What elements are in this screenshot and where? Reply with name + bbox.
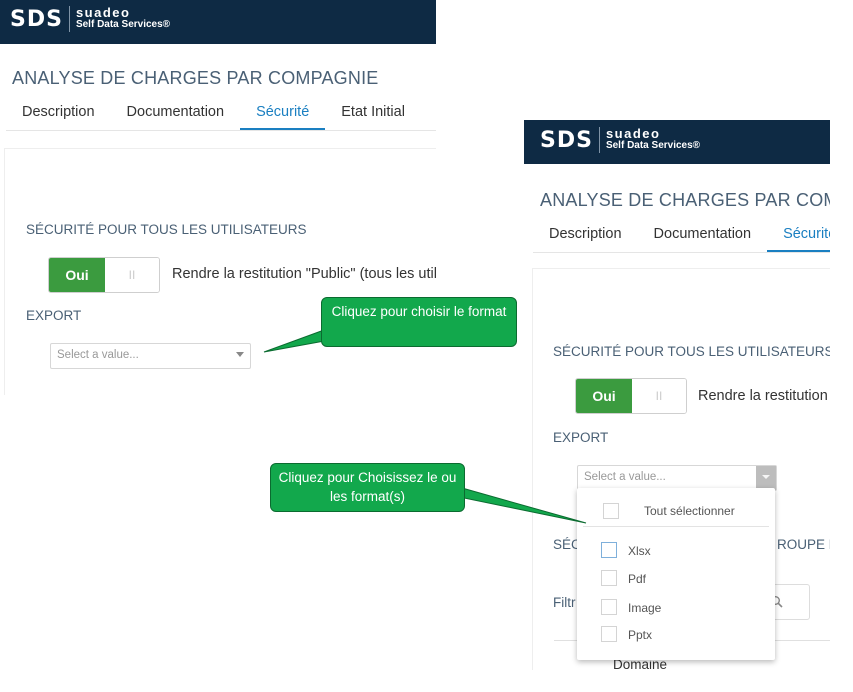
page-title: ANALYSE DE CHARGES PAR COMPAGNIE [12, 68, 379, 88]
toggle-on-option[interactable]: Oui [576, 379, 632, 413]
filter-label: Filtr [553, 595, 576, 610]
export-format-dropdown: Tout sélectionner Xlsx Pdf Image Pptx [577, 488, 775, 660]
logo-text: suadeo Self Data Services® [605, 126, 701, 152]
tab-divider [533, 252, 830, 253]
tab-bar: Description Documentation Sécurité Etat … [6, 104, 421, 130]
image-label: Image [628, 601, 662, 615]
toggle-on-option[interactable]: Oui [49, 258, 105, 292]
image-checkbox[interactable] [601, 599, 617, 615]
security-all-users-label: SÉCURITÉ POUR TOUS LES UTILISATEURS [553, 344, 830, 359]
logo-subtitle: Self Data Services® [605, 140, 701, 151]
logo-subtitle: Self Data Services® [75, 19, 171, 30]
logo-separator [68, 6, 70, 32]
suadeo-logo[interactable]: SDS suadeo Self Data Services® [540, 127, 700, 153]
page-title: ANALYSE DE CHARGES PAR COMPAGNIE [540, 190, 830, 210]
export-format-select[interactable]: Select a value... [50, 343, 251, 369]
select-all-label: Tout sélectionner [644, 504, 735, 518]
group-section-label-end: ROUPE D [777, 537, 830, 552]
tab-securite[interactable]: Sécurité [767, 226, 830, 252]
xlsx-label: Xlsx [628, 544, 651, 558]
tab-securite[interactable]: Sécurité [240, 104, 326, 130]
export-label: EXPORT [553, 430, 609, 445]
tab-divider [6, 130, 436, 131]
screenshot-panel-after: SDS suadeo Self Data Services® ANALYSE D… [524, 120, 830, 670]
logo-text: suadeo Self Data Services® [75, 5, 171, 31]
security-all-users-label: SÉCURITÉ POUR TOUS LES UTILISATEURS [26, 222, 307, 237]
tab-etat-initial[interactable]: Etat Initial [325, 104, 421, 130]
public-description: Rendre la restitution "Public" (tous les… [698, 388, 830, 404]
logo-name: suadeo [75, 5, 131, 20]
tab-documentation[interactable]: Documentation [111, 104, 241, 130]
chevron-down-icon[interactable] [756, 466, 776, 490]
logo-name: suadeo [605, 126, 661, 141]
logo-mark: SDS [540, 127, 593, 153]
select-all-checkbox[interactable] [603, 503, 619, 519]
public-toggle[interactable]: Oui II [48, 257, 160, 293]
pptx-checkbox[interactable] [601, 626, 617, 642]
select-placeholder: Select a value... [584, 471, 666, 483]
select-placeholder: Select a value... [57, 349, 139, 361]
pptx-label: Pptx [628, 628, 653, 642]
callout-choose-formats: Cliquez pour Choisissez le ou les format… [270, 463, 465, 512]
callout-choose-format: Cliquez pour choisir le format [321, 297, 517, 347]
toggle-off-option[interactable]: II [632, 379, 686, 413]
tab-description[interactable]: Description [6, 104, 111, 130]
tab-documentation[interactable]: Documentation [638, 226, 768, 252]
logo-mark: SDS [10, 6, 63, 32]
chevron-down-icon [236, 352, 244, 357]
xlsx-checkbox[interactable] [601, 542, 617, 558]
tab-bar: Description Documentation Sécurité Etat … [533, 226, 830, 252]
brand-bar: SDS suadeo Self Data Services® [0, 0, 436, 44]
public-toggle[interactable]: Oui II [575, 378, 687, 414]
toggle-off-option[interactable]: II [105, 258, 159, 292]
brand-bar: SDS suadeo Self Data Services® [524, 120, 830, 164]
pdf-checkbox[interactable] [601, 570, 617, 586]
pdf-label: Pdf [628, 572, 647, 586]
select-all-row[interactable]: Tout sélectionner [583, 496, 769, 527]
logo-separator [598, 127, 600, 153]
suadeo-logo[interactable]: SDS suadeo Self Data Services® [10, 6, 170, 32]
export-label: EXPORT [26, 308, 82, 323]
public-description: Rendre la restitution "Public" (tous les… [172, 266, 436, 282]
tab-description[interactable]: Description [533, 226, 638, 252]
